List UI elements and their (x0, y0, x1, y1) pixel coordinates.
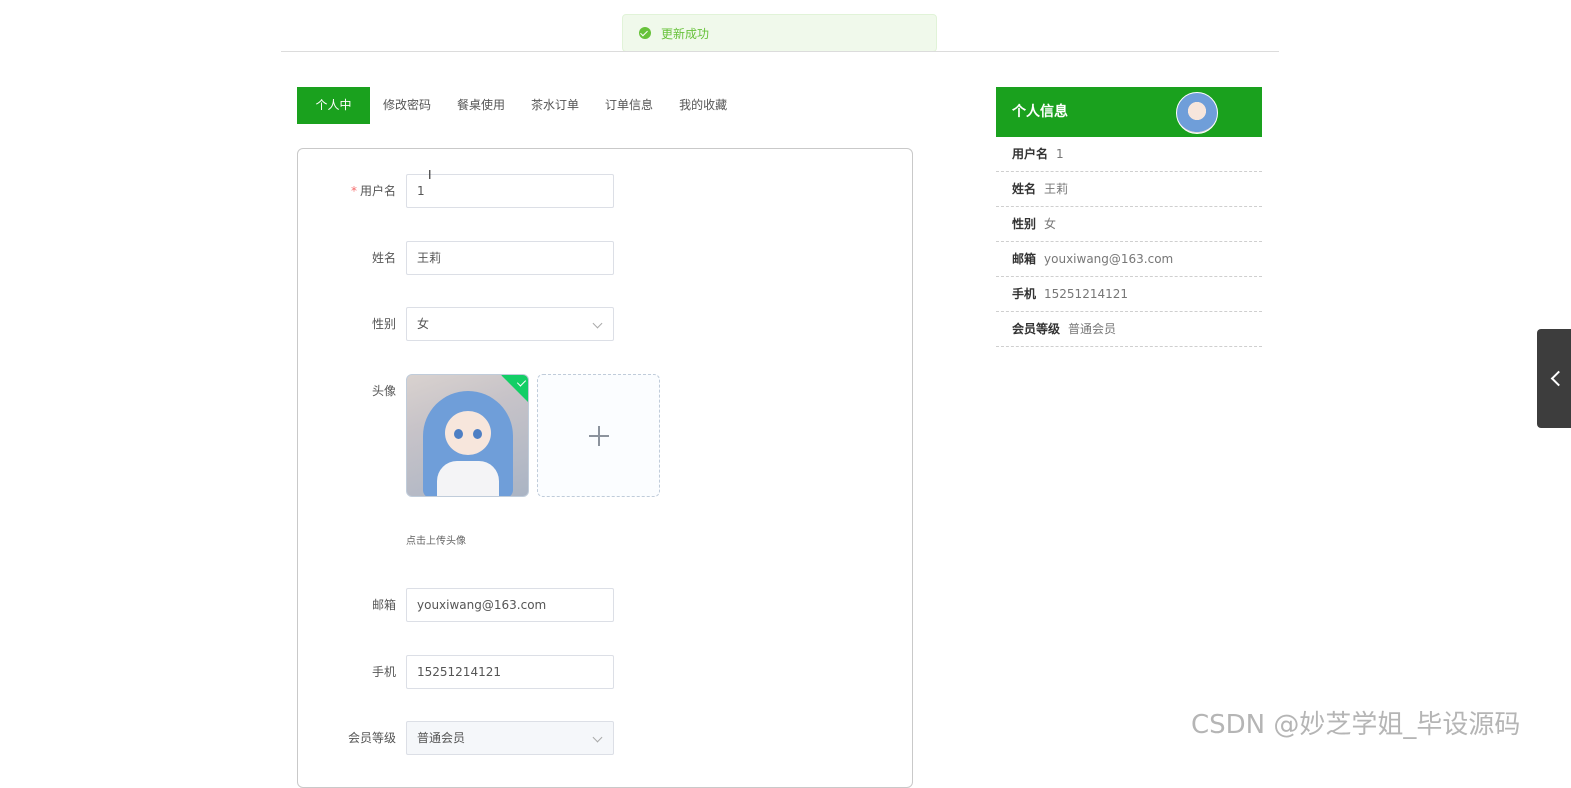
form-row-member-level: 会员等级 普通会员 (298, 721, 912, 755)
text-cursor-icon: I (428, 168, 432, 182)
phone-label: 手机 (371, 665, 396, 679)
info-row-member-level: 会员等级 普通会员 (996, 312, 1262, 347)
tab-table-usage[interactable]: 餐桌使用 (444, 87, 518, 124)
profile-form: * 用户名 1 姓名 王莉 性别 女 头像 点击上传头像 邮箱 youxiwang… (297, 148, 913, 788)
required-mark: * (350, 184, 357, 198)
tab-order-info[interactable]: 订单信息 (592, 87, 666, 124)
info-row-username: 用户名 1 (996, 137, 1262, 172)
email-label: 邮箱 (371, 598, 396, 612)
member-level-select[interactable]: 普通会员 (406, 721, 614, 755)
upload-success-badge (501, 375, 528, 404)
tab-change-password[interactable]: 修改密码 (370, 87, 444, 124)
tab-personal-center[interactable]: 个人中心 (297, 87, 370, 149)
avatar-upload-hint: 点击上传头像 (406, 536, 466, 547)
email-input[interactable]: youxiwang@163.com (406, 588, 614, 622)
info-panel-title: 个人信息 (1012, 104, 1068, 120)
info-row-phone: 手机 15251214121 (996, 277, 1262, 312)
avatar-upload-button[interactable] (537, 374, 660, 497)
info-row-gender: 性别女 (996, 207, 1262, 242)
member-level-value: 普通会员 (417, 731, 466, 745)
info-row-email: 邮箱 youxiwang@163.com (996, 242, 1262, 277)
username-label: * 用户名 (350, 184, 396, 198)
plus-icon (589, 426, 609, 446)
avatar (1176, 92, 1218, 134)
tab-my-favorites[interactable]: 我的收藏 (666, 87, 740, 124)
avatar-label: 头像 (371, 384, 396, 398)
phone-input[interactable]: 15251214121 (406, 655, 614, 689)
watermark: CSDN @妙芝学姐_毕设源码 (1191, 710, 1521, 740)
form-row-name: 姓名 王莉 (298, 241, 912, 275)
success-toast: 更新成功 (622, 14, 937, 52)
gender-value: 女 (417, 317, 430, 331)
form-row-email: 邮箱 youxiwang@163.com (298, 588, 912, 622)
personal-info-panel: 个人信息 用户名 1 姓名 王莉 性别女 邮箱 youxiwang@163.com 手… (996, 87, 1262, 347)
gender-label: 性别 (371, 317, 396, 331)
info-row-name: 姓名 王莉 (996, 172, 1262, 207)
check-circle-icon (639, 27, 651, 39)
toast-message: 更新成功 (661, 26, 710, 41)
tab-bar: 个人中心 修改密码 餐桌使用 茶水订单 订单信息 我的收藏 (297, 87, 740, 149)
name-label: 姓名 (371, 251, 396, 265)
form-row-gender: 性别 女 (298, 307, 912, 341)
side-panel-toggle[interactable] (1537, 329, 1571, 428)
avatar-preview[interactable] (406, 374, 529, 497)
username-input[interactable]: 1 (406, 174, 614, 208)
tab-tea-orders[interactable]: 茶水订单 (518, 87, 592, 124)
name-input[interactable]: 王莉 (406, 241, 614, 275)
chevron-down-icon (592, 318, 603, 329)
chevron-down-icon (592, 732, 603, 743)
form-row-avatar: 头像 (298, 374, 912, 497)
chevron-left-icon (1550, 370, 1567, 387)
member-level-label: 会员等级 (347, 731, 396, 745)
info-panel-header: 个人信息 (996, 87, 1262, 137)
form-row-phone: 手机 15251214121 (298, 655, 912, 689)
header-divider (281, 51, 1279, 52)
gender-select[interactable]: 女 (406, 307, 614, 341)
form-row-username: * 用户名 1 (298, 174, 912, 208)
